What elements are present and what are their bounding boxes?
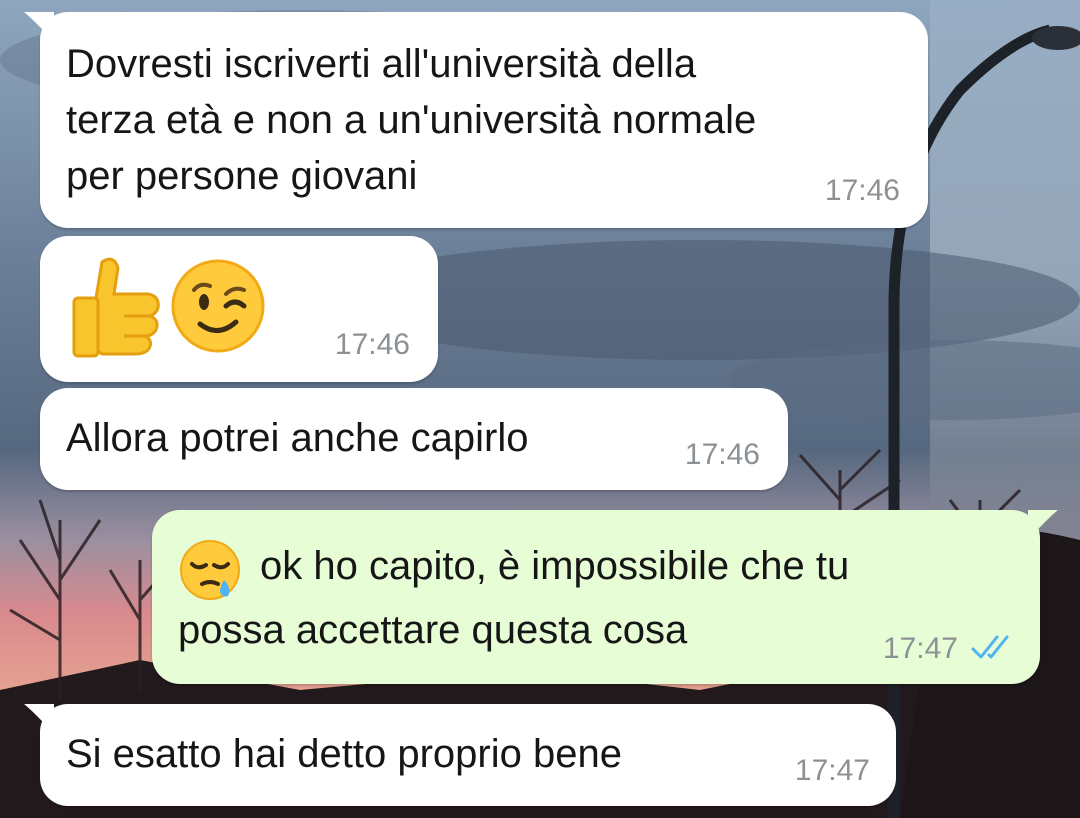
message-timestamp: 17:47 xyxy=(882,632,958,665)
message-text: Si esatto hai detto proprio bene xyxy=(66,732,622,776)
incoming-message[interactable]: 17:46 xyxy=(40,236,438,382)
message-timestamp: 17:46 xyxy=(684,438,760,471)
message-text-line: possa accettare questa cosa xyxy=(178,608,688,652)
message-timestamp: 17:46 xyxy=(824,174,900,207)
thumbs-up-emoji-icon xyxy=(72,257,160,358)
message-text-line: ok ho capito, è impossibile che tu xyxy=(260,544,850,588)
bubble-tail xyxy=(24,12,54,42)
message-text: Allora potrei anche capirlo xyxy=(66,416,529,460)
incoming-message[interactable]: Allora potrei anche capirlo 17:46 xyxy=(40,388,788,490)
bubble-tail xyxy=(24,704,54,734)
message-text-line: terza età e non a un'università normale xyxy=(66,98,757,142)
outgoing-message[interactable]: ok ho capito, è impossibile che tu possa… xyxy=(152,510,1058,684)
message-text-line: per persone giovani xyxy=(66,154,418,198)
winking-face-emoji-icon xyxy=(171,259,265,353)
incoming-message[interactable]: Si esatto hai detto proprio bene 17:47 xyxy=(24,704,896,806)
message-timestamp: 17:47 xyxy=(794,754,870,787)
message-text-line: Dovresti iscriverti all'università della xyxy=(66,42,697,86)
bubble-tail xyxy=(1028,510,1058,540)
read-receipt-double-check-icon xyxy=(971,635,1009,659)
sleepy-face-emoji-icon xyxy=(180,540,240,600)
message-timestamp: 17:46 xyxy=(334,328,410,361)
incoming-message[interactable]: Dovresti iscriverti all'università della… xyxy=(24,12,928,228)
